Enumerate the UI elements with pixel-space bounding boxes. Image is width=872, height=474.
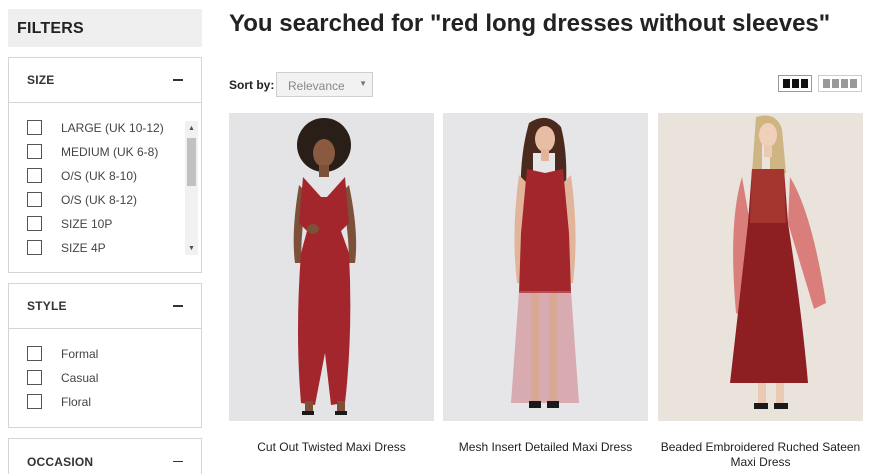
grid-3-icon [782, 79, 790, 88]
checkbox[interactable] [27, 144, 42, 159]
style-option[interactable]: Casual [27, 370, 98, 385]
grid-3-icon-bar [800, 79, 808, 88]
size-filter-title: SIZE [27, 73, 55, 87]
minus-icon[interactable] [173, 305, 183, 307]
scroll-down-arrow-icon[interactable]: ▼ [185, 241, 198, 255]
dress-photo [229, 113, 434, 421]
dropdown-arrow-icon: ▼ [359, 79, 367, 88]
size-option[interactable]: LARGE (UK 10-12) [27, 120, 164, 135]
occasion-filter-title: OCCASION [27, 454, 94, 469]
style-filter-header[interactable]: STYLE [9, 284, 201, 329]
occasion-filter-header[interactable]: OCCASION [9, 439, 201, 474]
grid-3-icon-bar [791, 79, 799, 88]
sort-select-value: Relevance [288, 79, 345, 93]
checkbox[interactable] [27, 192, 42, 207]
grid-4-icon-bar [850, 79, 857, 88]
occasion-filter-panel: OCCASION [8, 438, 202, 474]
checkbox[interactable] [27, 120, 42, 135]
dress-photo [443, 113, 648, 421]
size-option[interactable]: O/S (UK 8-10) [27, 168, 137, 183]
grid-4-icon-bar [832, 79, 839, 88]
product-image[interactable] [229, 113, 434, 421]
checkbox[interactable] [27, 346, 42, 361]
product-name[interactable]: Mesh Insert Detailed Maxi Dress [443, 440, 648, 455]
size-filter-panel: SIZE LARGE (UK 10-12) MEDIUM (UK 6-8) O/… [8, 57, 202, 273]
product-card[interactable]: Mesh Insert Detailed Maxi Dress [443, 113, 648, 454]
product-image[interactable] [658, 113, 863, 421]
style-filter-title: STYLE [27, 299, 67, 313]
checkbox[interactable] [27, 240, 42, 255]
size-option-label: O/S (UK 8-10) [61, 168, 138, 183]
product-card[interactable]: Beaded Embroidered Ruched Sateen Maxi Dr… [658, 113, 863, 469]
style-option[interactable]: Floral [27, 394, 91, 409]
checkbox[interactable] [27, 394, 42, 409]
size-option[interactable]: MEDIUM (UK 6-8) [27, 144, 158, 159]
product-image[interactable] [443, 113, 648, 421]
scroll-up-arrow-icon[interactable]: ▲ [185, 121, 198, 135]
style-option-label: Floral [61, 394, 92, 409]
sort-select[interactable]: Relevance ▼ [276, 72, 373, 97]
filters-header: FILTERS [8, 9, 202, 47]
checkbox[interactable] [27, 216, 42, 231]
grid-4-icon-bar [841, 79, 848, 88]
size-option[interactable]: SIZE 10P [27, 216, 112, 231]
minus-icon[interactable] [173, 460, 183, 463]
product-card[interactable]: Cut Out Twisted Maxi Dress [229, 113, 434, 454]
minus-icon[interactable] [173, 79, 183, 81]
style-option-label: Casual [61, 370, 99, 385]
checkbox[interactable] [27, 168, 42, 183]
scrollbar-thumb[interactable] [187, 138, 196, 186]
sort-label: Sort by: [229, 78, 275, 92]
size-list-scrollbar[interactable]: ▲ ▼ [185, 121, 198, 255]
grid-4-icon [823, 79, 830, 88]
product-name[interactable]: Cut Out Twisted Maxi Dress [229, 440, 434, 455]
product-name[interactable]: Beaded Embroidered Ruched Sateen Maxi Dr… [658, 440, 863, 470]
size-option[interactable]: SIZE 4P [27, 240, 106, 255]
size-option-label: SIZE 4P [61, 240, 106, 255]
size-option[interactable]: O/S (UK 8-12) [27, 192, 137, 207]
size-filter-header[interactable]: SIZE [9, 58, 201, 103]
size-option-label: SIZE 10P [61, 216, 113, 231]
page-title: You searched for "red long dresses witho… [229, 10, 831, 37]
grid-4-view-button[interactable] [818, 75, 862, 92]
dress-photo [658, 113, 863, 421]
style-option[interactable]: Formal [27, 346, 98, 361]
style-option-label: Formal [61, 346, 99, 361]
checkbox[interactable] [27, 370, 42, 385]
grid-3-view-button[interactable] [778, 75, 812, 92]
size-option-label: O/S (UK 8-12) [61, 192, 138, 207]
style-filter-panel: STYLE Formal Casual Floral [8, 283, 202, 428]
size-option-label: LARGE (UK 10-12) [61, 120, 164, 135]
size-option-label: MEDIUM (UK 6-8) [61, 144, 159, 159]
